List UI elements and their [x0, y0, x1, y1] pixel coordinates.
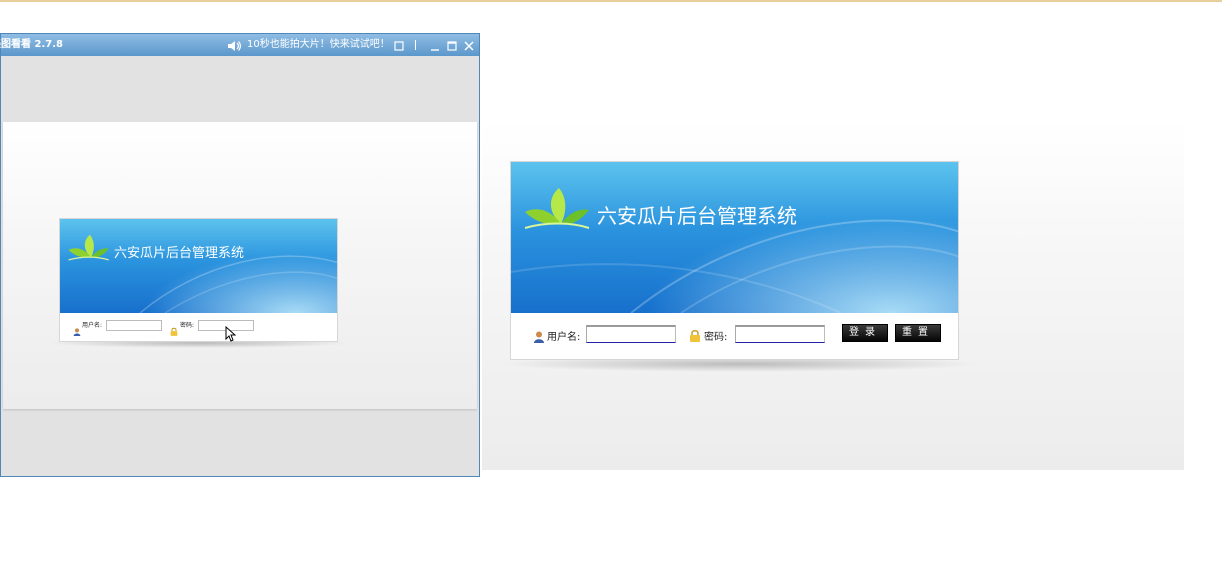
password-label: 密码:: [704, 332, 728, 343]
user-icon: [533, 328, 545, 347]
mini-system-title: 六安瓜片后台管理系统: [114, 246, 245, 261]
system-title: 六安瓜片后台管理系统: [597, 204, 797, 228]
username-label: 用户名:: [547, 332, 581, 343]
mini-login-box: 六安瓜片后台管理系统 用户名: 密码:: [59, 218, 338, 342]
mini-leaf-logo-icon: [66, 232, 110, 268]
password-input[interactable]: [735, 325, 825, 343]
speaker-icon[interactable]: [227, 39, 241, 51]
fullscreen-icon[interactable]: [393, 39, 405, 51]
mini-password-label: 密码:: [180, 322, 195, 329]
maximize-icon[interactable]: [446, 39, 458, 51]
viewer-titlebar[interactable]: 美图看看 2.7.8 10秒也能拍大片！快来试试吧！: [0, 34, 479, 56]
viewer-image-canvas: 六安瓜片后台管理系统 用户名: 密码:: [3, 122, 477, 409]
mini-user-icon: [73, 321, 81, 340]
leaf-logo-icon: [521, 184, 591, 238]
mini-username-label: 用户名:: [82, 322, 103, 329]
reset-button[interactable]: 重置: [895, 324, 941, 342]
mini-lock-icon: [170, 321, 178, 340]
viewer-app-title: 美图看看 2.7.8: [0, 39, 63, 50]
login-button[interactable]: 登录: [842, 324, 888, 342]
minimize-icon[interactable]: [429, 39, 441, 51]
login-banner: 六安瓜片后台管理系统: [511, 162, 958, 313]
login-box: 六安瓜片后台管理系统 用户名: 密码: 登录 重置: [510, 161, 959, 360]
mini-username-input: [106, 320, 162, 331]
close-icon[interactable]: [463, 39, 475, 51]
viewer-promo-text[interactable]: 10秒也能拍大片！快来试试吧！: [247, 34, 390, 56]
top-border-line: [0, 0, 1222, 2]
username-input[interactable]: [586, 325, 676, 343]
lock-icon: [689, 327, 701, 346]
mini-login-banner: 六安瓜片后台管理系统: [60, 219, 337, 313]
titlebar-divider: [415, 40, 416, 50]
mouse-cursor-icon: [225, 325, 237, 346]
image-viewer-window: 美图看看 2.7.8 10秒也能拍大片！快来试试吧！: [0, 33, 480, 477]
